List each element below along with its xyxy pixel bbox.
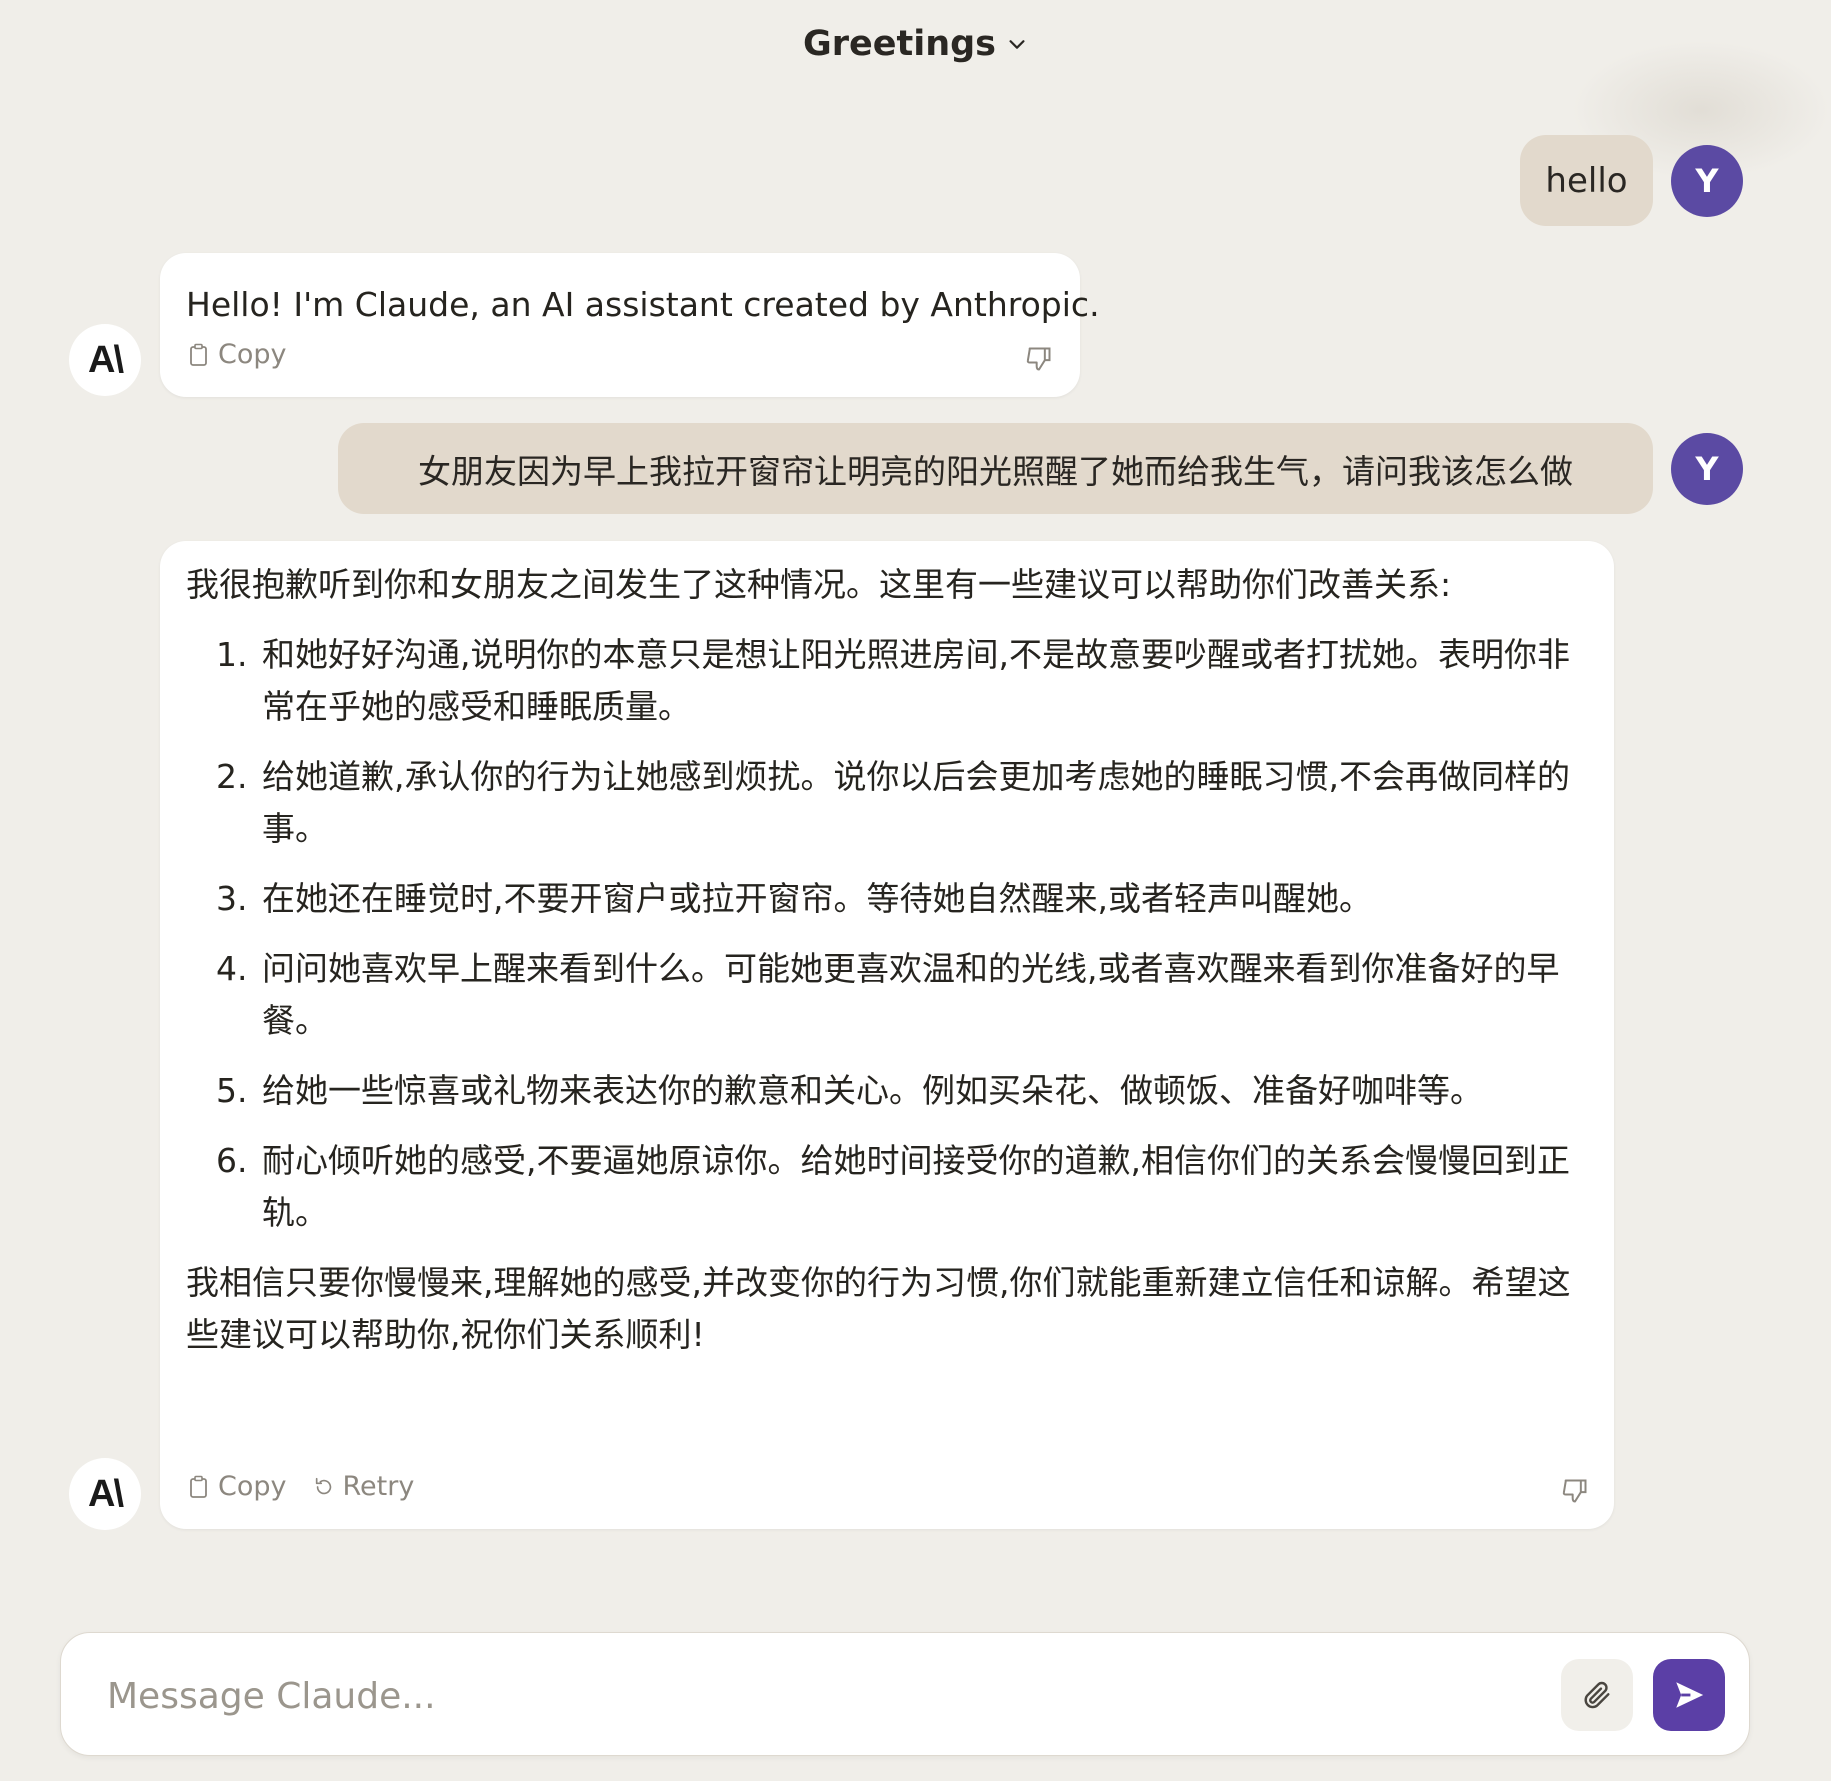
header: Greetings [0, 24, 1831, 64]
user-message-bubble: 女朋友因为早上我拉开窗帘让明亮的阳光照醒了她而给我生气，请问我该怎么做 [338, 423, 1653, 514]
message-actions: Copy [188, 339, 287, 370]
assistant-intro-text: 我很抱歉听到你和女朋友之间发生了这种情况。这里有一些建议可以帮助你们改善关系: [186, 565, 1452, 604]
conversation-title-button[interactable]: Greetings [803, 24, 1028, 64]
advice-list: 和她好好沟通,说明你的本意只是想让阳光照进房间,不是故意要吵醒或者打扰她。表明你… [186, 629, 1574, 1239]
advice-item: 问问她喜欢早上醒来看到什么。可能她更喜欢温和的光线,或者喜欢醒来看到你准备好的早… [258, 943, 1574, 1047]
attach-button[interactable] [1561, 1659, 1633, 1731]
user-avatar: Y [1671, 145, 1743, 217]
conversation-title: Greetings [803, 24, 996, 64]
advice-item: 和她好好沟通,说明你的本意只是想让阳光照进房间,不是故意要吵醒或者打扰她。表明你… [258, 629, 1574, 733]
assistant-message-body: 我很抱歉听到你和女朋友之间发生了这种情况。这里有一些建议可以帮助你们改善关系: … [186, 559, 1574, 1361]
send-button[interactable] [1653, 1659, 1725, 1731]
retry-label: Retry [342, 1471, 415, 1502]
thumbs-down-icon[interactable] [1561, 1477, 1589, 1505]
thumbs-down-icon[interactable] [1025, 345, 1053, 373]
copy-label: Copy [218, 339, 287, 370]
copy-icon [190, 343, 207, 366]
advice-item: 给她一些惊喜或礼物来表达你的歉意和关心。例如买朵花、做顿饭、准备好咖啡等。 [258, 1065, 1574, 1117]
assistant-message-card: 我很抱歉听到你和女朋友之间发生了这种情况。这里有一些建议可以帮助你们改善关系: … [160, 541, 1614, 1529]
user-avatar: Y [1671, 433, 1743, 505]
assistant-closing-text: 我相信只要你慢慢来,理解她的感受,并改变你的行为习惯,你们就能重新建立信任和谅解… [186, 1263, 1571, 1354]
advice-item: 耐心倾听她的感受,不要逼她原谅你。给她时间接受你的道歉,相信你们的关系会慢慢回到… [258, 1135, 1574, 1239]
message-input[interactable] [105, 1663, 1559, 1729]
retry-icon [315, 1477, 331, 1494]
assistant-avatar: A\ [69, 324, 141, 396]
user-message-bubble: hello [1520, 135, 1653, 226]
paperclip-icon [1584, 1681, 1610, 1709]
copy-icon [190, 1475, 207, 1498]
assistant-message-text: Hello! I'm Claude, an AI assistant creat… [186, 285, 1100, 324]
send-icon [1676, 1682, 1704, 1708]
retry-button[interactable]: Retry [313, 1471, 415, 1502]
message-actions: Copy Retry [188, 1471, 414, 1502]
copy-button[interactable]: Copy [188, 339, 287, 370]
copy-label: Copy [218, 1471, 287, 1502]
anthropic-logo: A\ [88, 338, 124, 381]
chevron-down-icon [1009, 40, 1025, 49]
copy-button[interactable]: Copy [188, 1471, 287, 1502]
assistant-message-card: Hello! I'm Claude, an AI assistant creat… [160, 253, 1100, 397]
user-message-text: hello [1545, 160, 1628, 201]
user-message-text: 女朋友因为早上我拉开窗帘让明亮的阳光照醒了她而给我生气，请问我该怎么做 [418, 451, 1573, 491]
advice-item: 给她道歉,承认你的行为让她感到烦扰。说你以后会更加考虑她的睡眠习惯,不会再做同样… [258, 751, 1574, 855]
assistant-avatar: A\ [69, 1458, 141, 1530]
anthropic-logo: A\ [88, 1472, 124, 1515]
advice-item: 在她还在睡觉时,不要开窗户或拉开窗帘。等待她自然醒来,或者轻声叫醒她。 [258, 873, 1574, 925]
message-composer [60, 1632, 1750, 1756]
